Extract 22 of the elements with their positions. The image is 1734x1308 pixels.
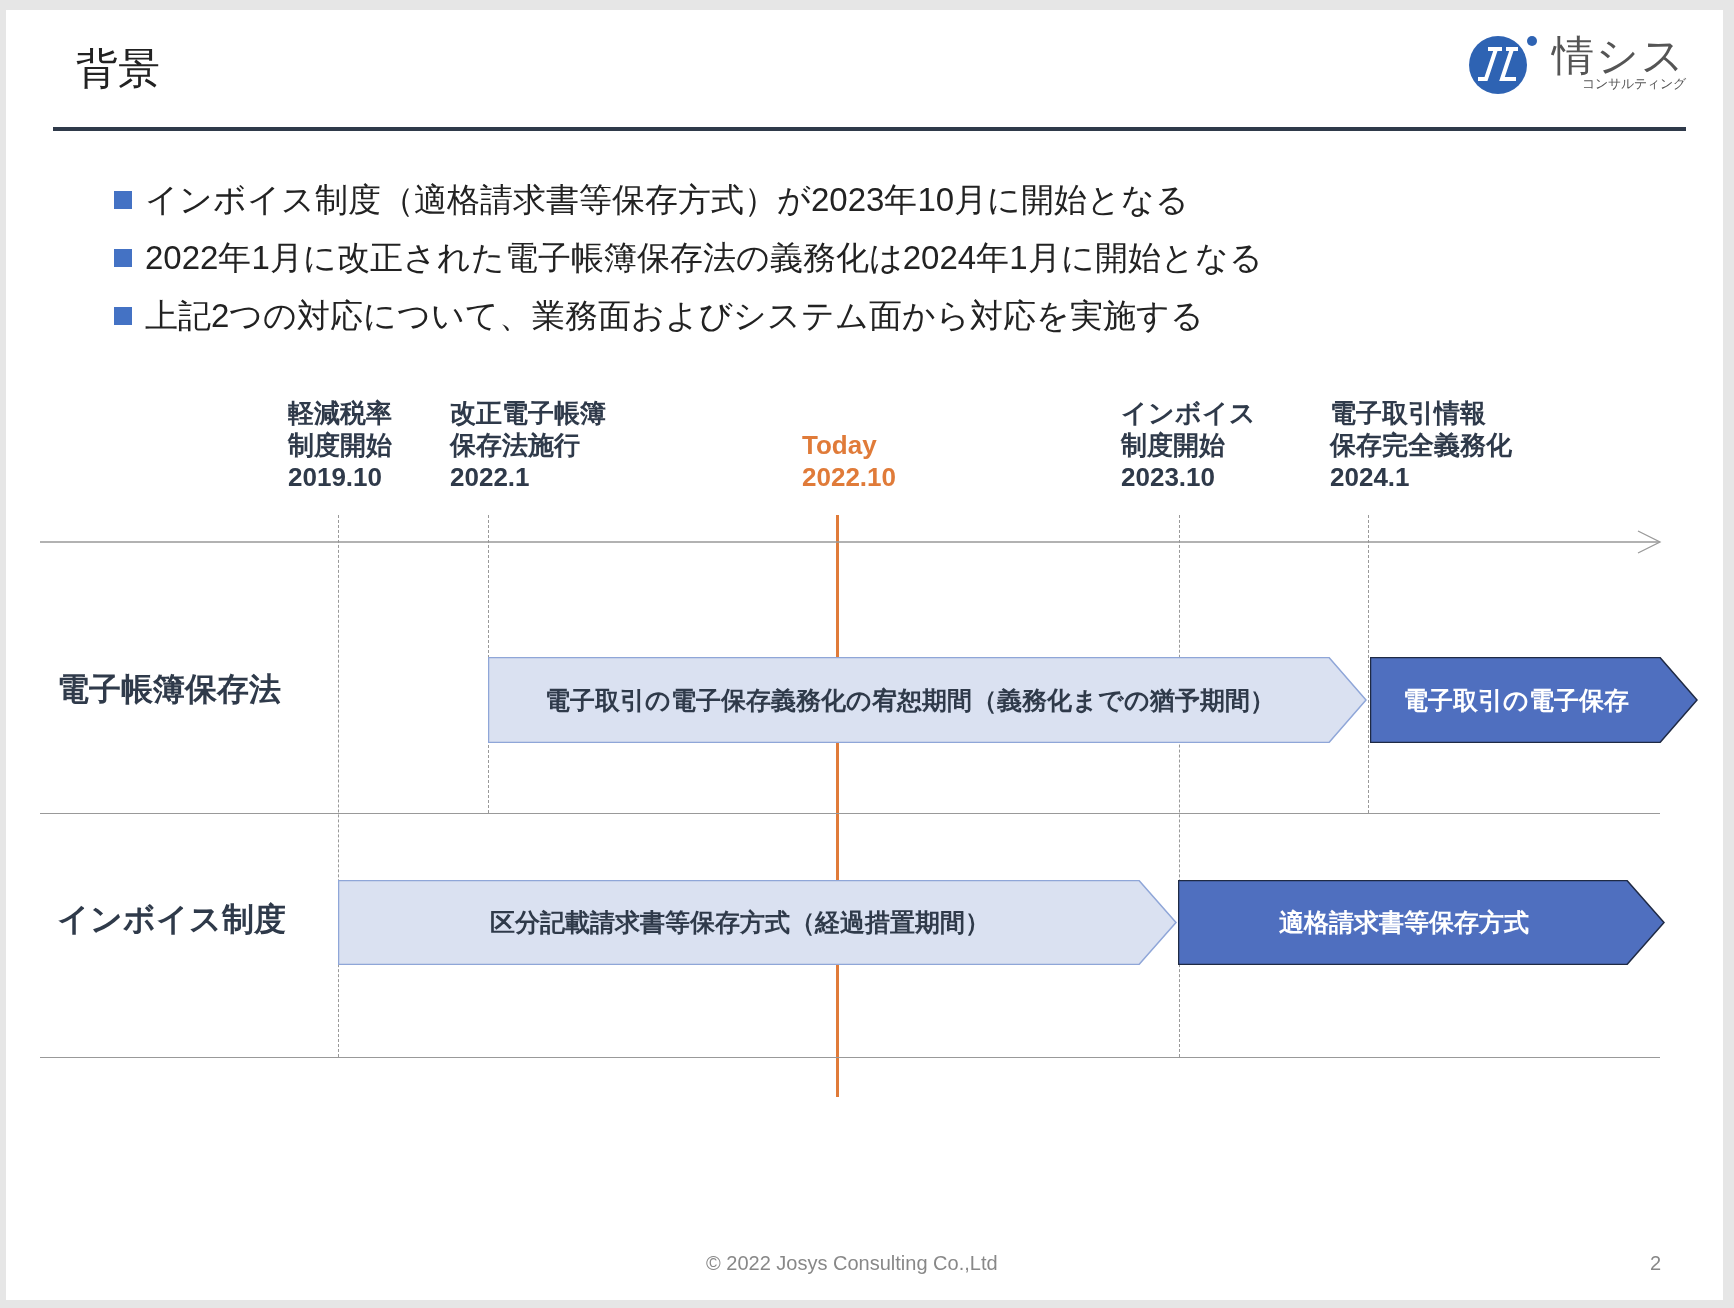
period-label: 電子取引の電子保存義務化の宥恕期間（義務化までの猶予期間） [544,684,1275,716]
row-label: 電子帳簿保存法 [57,670,281,709]
bullet-icon [114,307,132,325]
milestone-label: 軽減税率 制度開始 2019.10 [288,397,392,493]
milestone-label: インボイス 制度開始 2023.10 [1121,397,1256,493]
slide-title: 背景 [76,43,160,94]
period-label: 電子取引の電子保存 [1403,684,1629,716]
bullet-text: 上記2つの対応について、業務面およびシステム面から対応を実施する [145,297,1205,335]
logo-name: 情シス [1552,34,1686,77]
row-label: インボイス制度 [57,900,286,939]
period-label: 区分記載請求書等保存方式（経過措置期間） [489,907,990,938]
bullet-text: 2022年1月に改正された電子帳簿保存法の義務化は2024年1月に開始となる [145,239,1263,277]
period-label: 適格請求書等保存方式 [1278,907,1529,938]
milestone-label: 改正電子帳簿 保存法施行 2022.1 [450,397,606,493]
milestone-label: 電子取引情報 保存完全義務化 2024.1 [1330,397,1512,493]
bullet-icon [114,249,132,267]
bullet-text: インボイス制度（適格請求書等保存方式）が2023年10月に開始となる [145,181,1190,219]
today-label: Today 2022.10 [802,429,896,493]
logo-subtitle: コンサルティング [1582,75,1686,93]
bullet-icon [114,191,132,209]
page-number: 2 [1650,1252,1662,1275]
copyright-text: © 2022 Josys Consulting Co.,Ltd [706,1252,998,1275]
